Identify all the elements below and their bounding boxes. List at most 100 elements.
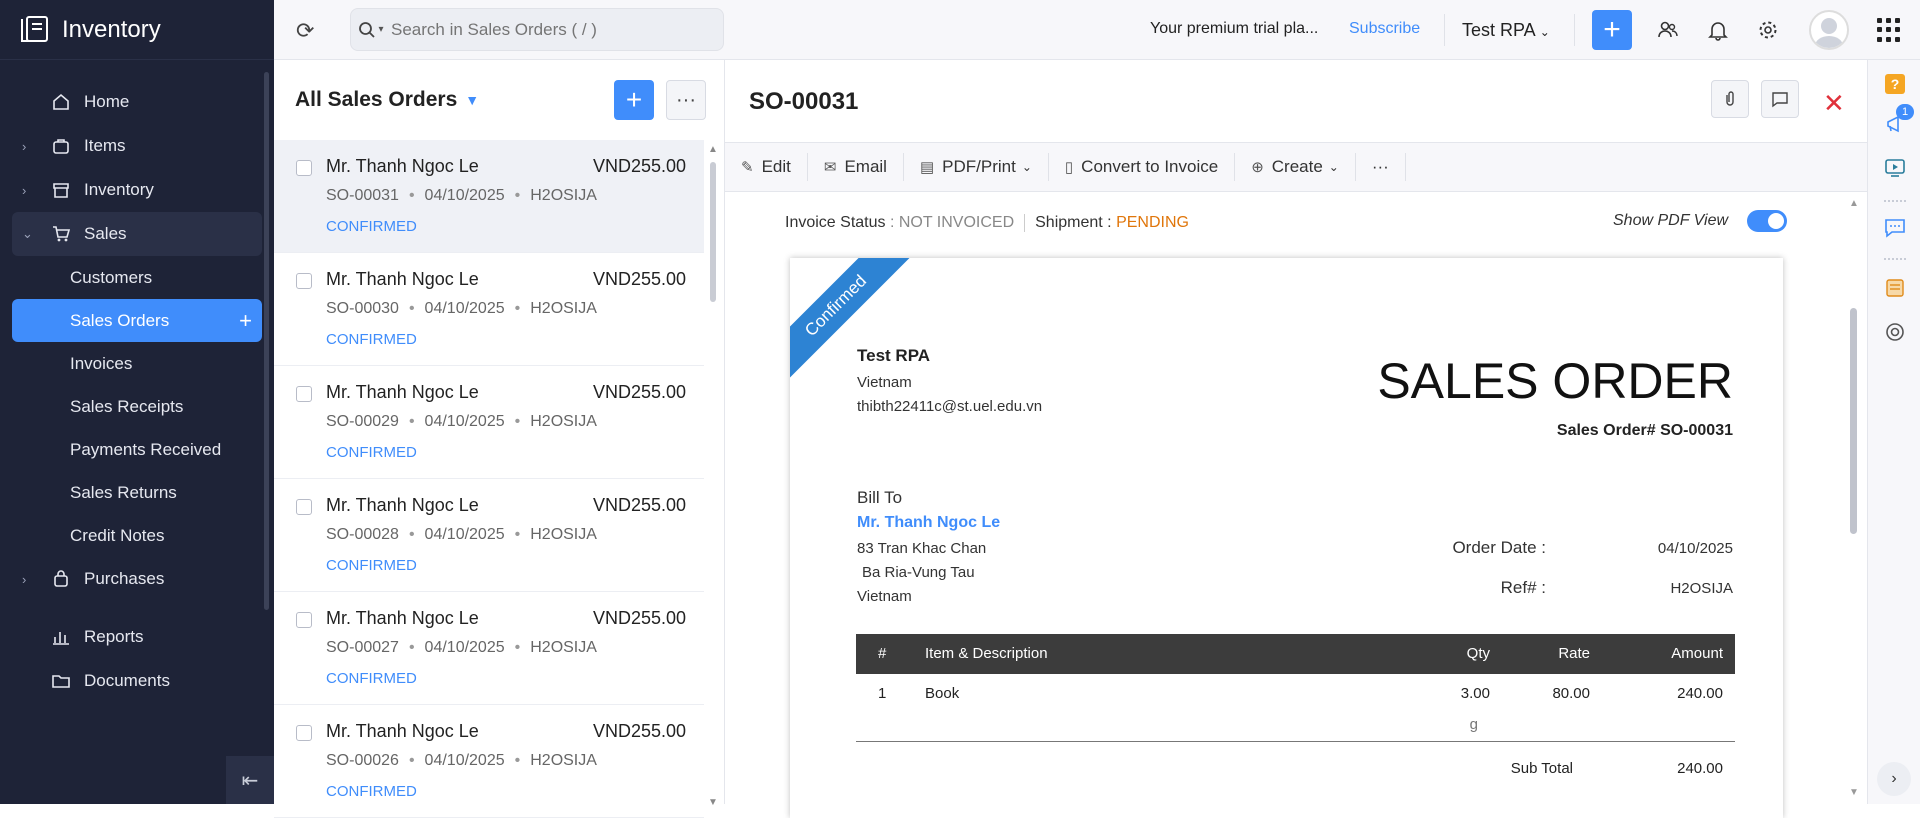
list-view-selector[interactable]: All Sales Orders ▼	[274, 60, 724, 140]
app-brand[interactable]: Inventory	[0, 0, 274, 60]
sidebar-item-sales-receipts[interactable]: Sales Receipts	[12, 385, 262, 428]
items-table-header: # Item & Description Qty Rate Amount	[856, 634, 1735, 674]
folder-icon	[50, 670, 72, 692]
order-amount: VND255.00	[592, 608, 686, 628]
row-checkbox[interactable]	[296, 612, 312, 628]
search-icon[interactable]: ▾	[351, 21, 391, 39]
scroll-up-icon[interactable]: ▲	[1849, 198, 1859, 209]
chevron-down-icon: ⌄	[1328, 160, 1339, 174]
help-icon[interactable]: ?	[1883, 72, 1907, 96]
sidebar-item-inventory[interactable]: › Inventory	[12, 168, 262, 212]
sidebar-item-label: Reports	[84, 627, 144, 646]
close-icon[interactable]: ✕	[1823, 88, 1845, 119]
email-button[interactable]: ✉ Email	[808, 153, 904, 181]
list-item[interactable]: Mr. Thanh Ngoc Le VND255.00 SO-00030 • 04/10…	[274, 253, 704, 366]
sidebar-item-credit-notes[interactable]: Credit Notes	[12, 514, 262, 557]
create-button[interactable]: ⊕ Create ⌄	[1235, 153, 1356, 181]
chevron-right-icon[interactable]: ›	[22, 183, 26, 198]
order-meta: SO-00031 • 04/10/2025 • H2OSIJA	[326, 187, 597, 205]
sidebar-item-label: Sales Receipts	[70, 396, 184, 416]
support-icon[interactable]	[1883, 320, 1907, 344]
edit-label: Edit	[761, 157, 791, 176]
list-item[interactable]: Mr. Thanh Ngoc Le VND255.00 SO-00028 • 04/10…	[274, 479, 704, 592]
bill-to-label: Bill To	[857, 488, 903, 507]
chat-icon[interactable]	[1883, 216, 1907, 240]
gear-icon[interactable]	[1754, 16, 1782, 44]
shipment-status-value: PENDING	[1116, 214, 1189, 232]
sidebar-item-home[interactable]: Home	[12, 80, 262, 124]
scroll-down-icon[interactable]: ▼	[708, 797, 718, 808]
notes-icon[interactable]	[1883, 276, 1907, 300]
new-sales-order-button[interactable]: +	[614, 80, 654, 120]
sidebar-item-documents[interactable]: Documents	[12, 659, 262, 703]
sidebar-item-items[interactable]: › Items	[12, 124, 262, 168]
search-input[interactable]	[391, 19, 723, 40]
separator-dot: •	[514, 300, 521, 317]
pdf-view-toggle[interactable]	[1747, 210, 1787, 232]
list-item[interactable]: Mr. Thanh Ngoc Le VND255.00 SO-00031 • 04/10…	[274, 140, 704, 253]
row-checkbox[interactable]	[296, 160, 312, 176]
row-num: 1	[878, 685, 887, 702]
scroll-up-icon[interactable]: ▲	[708, 144, 718, 155]
scroll-thumb[interactable]	[710, 162, 716, 302]
chevron-down-icon[interactable]: ⌄	[22, 226, 33, 242]
comment-icon[interactable]	[1761, 80, 1799, 118]
users-icon[interactable]	[1654, 16, 1682, 44]
order-amount: VND255.00	[592, 721, 686, 741]
more-actions-button[interactable]: ···	[1356, 153, 1406, 181]
sidebar-item-payments-received[interactable]: Payments Received	[12, 428, 262, 471]
org-switcher[interactable]: Test RPA ⌄	[1462, 20, 1550, 41]
refresh-icon[interactable]: ⟳	[296, 18, 314, 44]
avatar[interactable]	[1809, 10, 1849, 50]
video-icon[interactable]	[1883, 156, 1907, 180]
sidebar-item-invoices[interactable]: Invoices	[12, 342, 262, 385]
status-badge: CONFIRMED	[326, 331, 417, 348]
sidebar-item-reports[interactable]: Reports	[12, 615, 262, 659]
row-rate: 80.00	[1552, 685, 1590, 702]
search-box[interactable]: ▾	[350, 8, 724, 51]
app-grid-icon[interactable]	[1877, 18, 1901, 42]
subscribe-link[interactable]: Subscribe	[1349, 20, 1420, 38]
sidebar-item-purchases[interactable]: › Purchases	[12, 557, 262, 601]
more-options-button[interactable]: ···	[666, 80, 706, 120]
order-meta: SO-00027 • 04/10/2025 • H2OSIJA	[326, 639, 597, 657]
sidebar-item-customers[interactable]: Customers	[12, 256, 262, 299]
list-scrollbar[interactable]: ▲ ▼	[708, 144, 718, 808]
scroll-down-icon[interactable]: ▼	[1849, 787, 1859, 798]
bar-chart-icon	[50, 626, 72, 648]
trial-notice: Your premium trial pla...	[1150, 20, 1319, 37]
collapse-sidebar-icon[interactable]: ⇤	[226, 756, 274, 804]
detail-scrollbar[interactable]: ▲ ▼	[1847, 198, 1859, 798]
status-ribbon: Confirmed	[790, 258, 920, 390]
sidebar-item-sales-returns[interactable]: Sales Returns	[12, 471, 262, 514]
invoice-status-label: Invoice Status	[785, 214, 886, 232]
document-number: Sales Order# SO-00031	[1556, 422, 1733, 439]
row-checkbox[interactable]	[296, 499, 312, 515]
sidebar-item-sales[interactable]: ⌄ Sales	[12, 212, 262, 256]
separator-dot: •	[514, 187, 521, 204]
bell-icon[interactable]	[1704, 16, 1732, 44]
edit-button[interactable]: ✎ Edit	[741, 153, 808, 181]
scroll-thumb[interactable]	[1850, 308, 1857, 534]
row-checkbox[interactable]	[296, 386, 312, 402]
sidebar-item-sales-orders[interactable]: Sales Orders +	[12, 299, 262, 342]
expand-rail-icon[interactable]: ›	[1877, 762, 1911, 796]
attachment-icon[interactable]	[1711, 80, 1749, 118]
list-item[interactable]: Mr. Thanh Ngoc Le VND255.00 SO-00026 • 04/10…	[274, 705, 704, 818]
row-checkbox[interactable]	[296, 725, 312, 741]
top-bar: ⟳ ▾ Your premium trial pla... Subscribe …	[274, 0, 1920, 60]
status-badge: CONFIRMED	[326, 557, 417, 574]
pdf-label: PDF/Print	[942, 157, 1016, 176]
chevron-right-icon[interactable]: ›	[22, 139, 26, 154]
shipment-label: Shipment	[1035, 214, 1103, 232]
pdf-print-button[interactable]: ▤ PDF/Print ⌄	[904, 153, 1049, 181]
quick-create-button[interactable]: +	[1592, 10, 1632, 50]
list-item[interactable]: Mr. Thanh Ngoc Le VND255.00 SO-00029 • 04/10…	[274, 366, 704, 479]
sidebar-scrollbar[interactable]	[264, 72, 269, 610]
customer-link[interactable]: Mr. Thanh Ngoc Le	[857, 514, 1000, 532]
chevron-right-icon[interactable]: ›	[22, 572, 26, 587]
convert-to-invoice-button[interactable]: ▯ Convert to Invoice	[1049, 153, 1236, 181]
plus-icon[interactable]: +	[239, 308, 252, 334]
row-checkbox[interactable]	[296, 273, 312, 289]
list-item[interactable]: Mr. Thanh Ngoc Le VND255.00 SO-00027 • 04/10…	[274, 592, 704, 705]
